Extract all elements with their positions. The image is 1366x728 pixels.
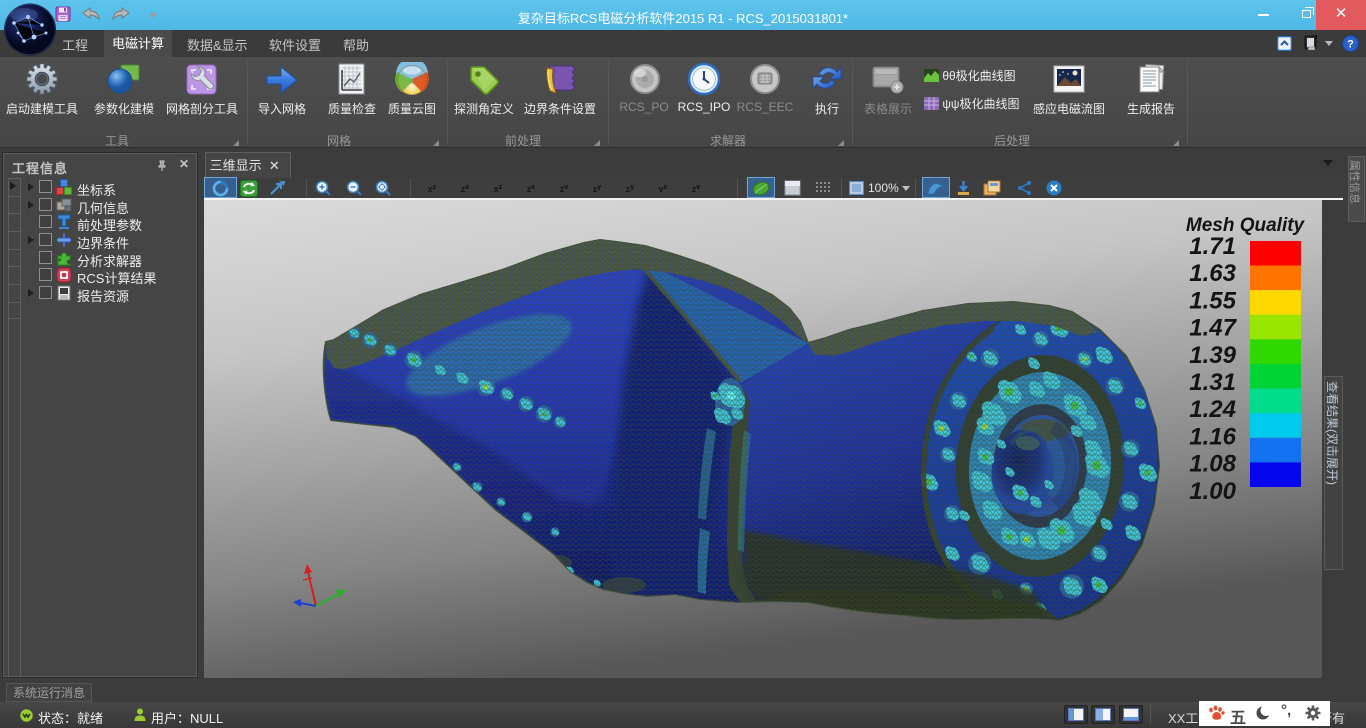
svg-text:1.16: 1.16 [1189,423,1236,450]
svg-text:1.55: 1.55 [1189,287,1236,314]
svg-text:1.31: 1.31 [1189,369,1236,396]
svg-text:1.71: 1.71 [1189,233,1236,260]
svg-text:1.63: 1.63 [1189,260,1236,287]
svg-text:1.00: 1.00 [1189,478,1236,505]
svg-text:1.39: 1.39 [1189,342,1236,369]
svg-text:?: ? [1347,39,1354,51]
svg-text:1.08: 1.08 [1189,451,1236,478]
svg-text:1.24: 1.24 [1189,396,1236,423]
svg-text:1.47: 1.47 [1189,315,1237,342]
